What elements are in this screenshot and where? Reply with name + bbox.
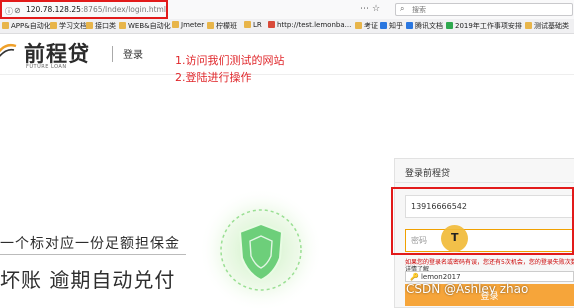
bookmarks-bar: APP&自动化 学习文档 接口类 WEB&自动化 Jmeter 柠檬班 LR h… (0, 19, 574, 34)
bookmark-item[interactable]: 2019年工作事项安排 (446, 21, 522, 31)
folder-icon (355, 22, 362, 29)
login-panel-divider (395, 182, 574, 183)
folder-icon (119, 22, 126, 29)
folder-icon (207, 22, 214, 29)
folder-icon (2, 22, 9, 29)
folder-icon (172, 21, 179, 28)
site-logo[interactable]: 前程贷 FUTURE LOAN (0, 34, 110, 74)
key-icon: 🔑 (410, 273, 419, 281)
login-panel-title: 登录前程贷 (405, 169, 451, 179)
bookmark-item[interactable]: APP&自动化 (2, 21, 51, 31)
hero-slogan-line1: 一个标对应一份足额担保金 (0, 236, 180, 252)
bookmark-item[interactable]: 柠檬班 (207, 21, 237, 31)
folder-icon (525, 22, 532, 29)
site-icon (268, 21, 275, 28)
folder-icon (244, 21, 251, 28)
bookmark-item[interactable]: WEB&自动化 (119, 21, 171, 31)
shield-illustration-icon (199, 188, 323, 308)
bookmark-item[interactable]: 腾讯文档 (406, 21, 443, 31)
autofill-suggestion[interactable]: 🔑 lemon2017 (405, 271, 574, 282)
bookmark-item[interactable]: Jmeter (172, 21, 204, 29)
browser-toolbar: ⓘ ⊘ 120.78.128.25:8765/Index/login.html … (0, 0, 574, 20)
folder-icon (50, 22, 57, 29)
more-icon[interactable]: ⋯ (360, 4, 369, 14)
zhihu-icon (380, 22, 387, 29)
logo-subtext: FUTURE LOAN (26, 64, 67, 70)
bookmark-item[interactable]: http://test.lemonba... (268, 21, 351, 29)
watermark: CSDN @Ashley zhao (406, 282, 529, 296)
search-input[interactable] (412, 4, 562, 15)
annotation-fields-highlight (391, 187, 574, 255)
sheet-icon (446, 22, 453, 29)
hero-slogan-line2: 坏账 逾期自动兑付 (0, 268, 176, 292)
login-error-tip: 如果您的登录名或密码有误，您还有5次机会，您的登录失败次数已达上限 (405, 259, 574, 266)
folder-icon (86, 22, 93, 29)
hero-underline (0, 254, 186, 255)
bookmark-item[interactable]: LR (244, 21, 262, 29)
bookmark-item[interactable]: 测试基础类 (525, 21, 569, 31)
bookmark-item[interactable]: 接口类 (86, 21, 116, 31)
search-icon: ⌕ (400, 4, 405, 13)
annotation-note-2: 2.登陆进行操作 (175, 71, 252, 84)
bookmark-item[interactable]: 考证 (355, 21, 378, 31)
bookmark-star-icon[interactable]: ☆ (372, 4, 380, 14)
search-box[interactable]: ⌕ (395, 3, 573, 16)
annotation-note-1: 1.访问我们测试的网站 (175, 54, 285, 67)
header-login-link[interactable]: 登录 (123, 46, 143, 61)
header-divider (112, 46, 113, 62)
annotation-url-highlight (0, 0, 168, 19)
text-cursor-icon: T (451, 231, 459, 244)
logo-swoosh-icon (0, 43, 17, 57)
bookmark-item[interactable]: 知乎 (380, 21, 403, 31)
tencent-docs-icon (406, 22, 413, 29)
header-bottom-border (0, 74, 574, 75)
suggestion-text: lemon2017 (420, 273, 461, 281)
bookmark-item[interactable]: 学习文档 (50, 21, 87, 31)
